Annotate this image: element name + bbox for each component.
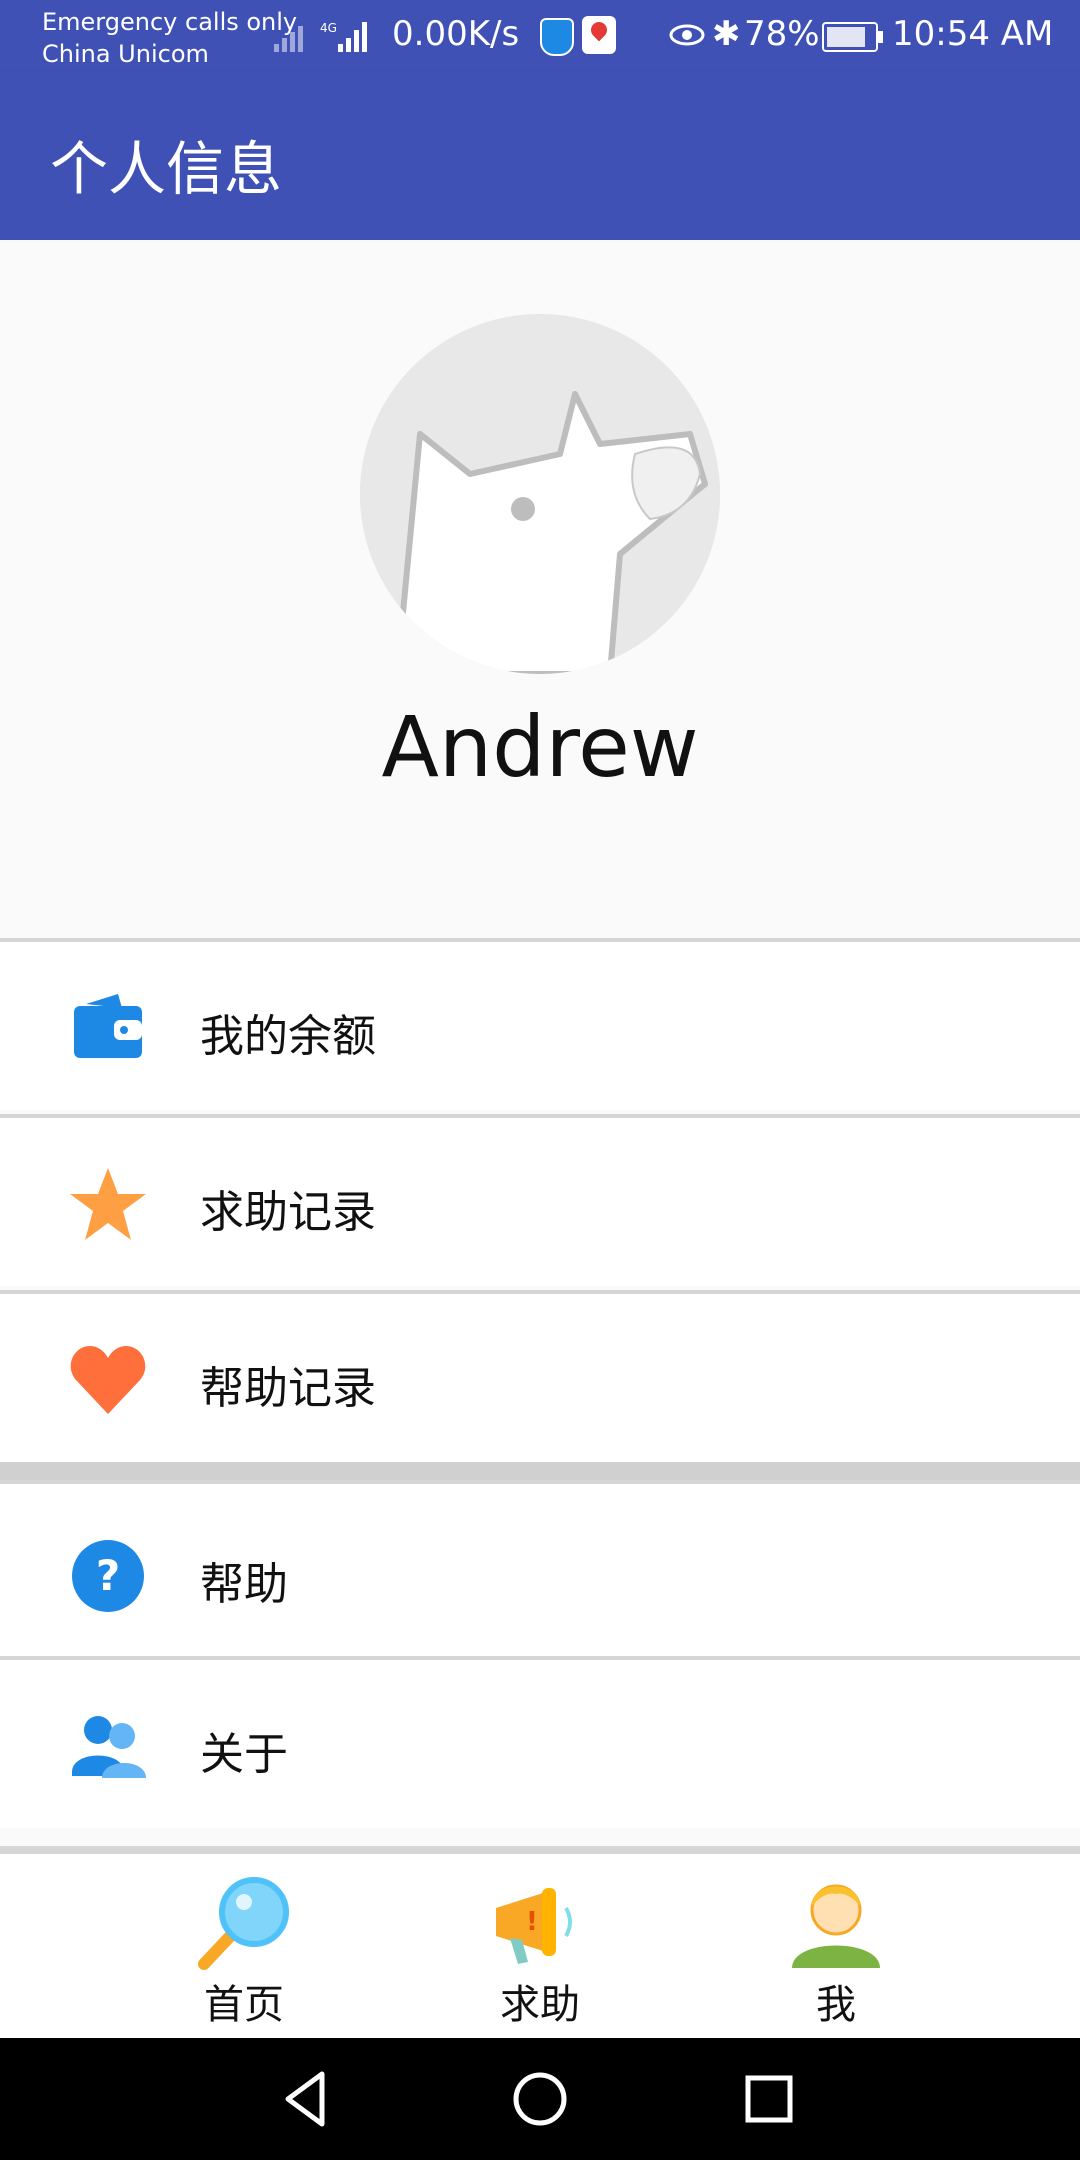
- person-icon: [792, 1884, 880, 1968]
- nav-label: 首页: [204, 1982, 284, 2028]
- recents-icon[interactable]: [736, 2066, 802, 2132]
- home-circle-icon[interactable]: [507, 2066, 573, 2132]
- bottom-nav: 首页 ! 求助 我: [0, 1846, 1080, 2038]
- menu-item-label: 帮助: [200, 1559, 288, 1610]
- nav-label: 我: [816, 1982, 856, 2028]
- status-bar: Emergency calls only China Unicom 4G 0.0…: [0, 0, 1080, 72]
- signal-icon: 4G: [274, 21, 367, 52]
- menu-item-about[interactable]: 关于: [0, 1656, 1080, 1828]
- nav-home[interactable]: 首页: [94, 1854, 394, 2038]
- battery-percent: 78%: [744, 14, 820, 54]
- heart-icon: [70, 1346, 146, 1414]
- bluetooth-icon: ✱: [712, 14, 741, 54]
- system-nav-bar: [0, 2038, 1080, 2160]
- nav-label: 求助: [500, 1982, 580, 2028]
- map-pin-icon: [582, 16, 616, 54]
- carrier-line1: Emergency calls only: [42, 8, 298, 36]
- menu-item-label: 帮助记录: [200, 1363, 376, 1414]
- star-icon: [70, 1168, 146, 1240]
- svg-text:?: ?: [96, 1551, 120, 1600]
- carrier-line2: China Unicom: [42, 40, 209, 68]
- username: Andrew: [381, 698, 699, 796]
- nav-request[interactable]: ! 求助: [390, 1854, 690, 2038]
- svg-text:!: !: [526, 1907, 538, 1937]
- svg-text:4G: 4G: [320, 21, 337, 35]
- menu-item-label: 我的余额: [200, 1011, 376, 1062]
- menu-item-label: 求助记录: [200, 1187, 376, 1238]
- clock: 10:54 AM: [892, 14, 1054, 54]
- carrier-info: Emergency calls only China Unicom: [42, 6, 297, 70]
- users-icon: [72, 1716, 146, 1778]
- menu-item-balance[interactable]: 我的余额: [0, 938, 1080, 1110]
- eye-icon: [669, 24, 705, 46]
- menu-item-help[interactable]: ? 帮助: [0, 1480, 1080, 1660]
- profile-header: Andrew: [0, 240, 1080, 938]
- network-speed: 0.00K/s: [392, 14, 520, 54]
- menu-item-help-history[interactable]: 帮助记录: [0, 1290, 1080, 1462]
- megaphone-icon: !: [496, 1888, 572, 1964]
- menu-item-label: 关于: [200, 1729, 288, 1780]
- wallet-icon: [74, 994, 142, 1058]
- question-icon: ?: [72, 1540, 144, 1612]
- nav-me[interactable]: 我: [686, 1854, 986, 2038]
- shield-icon: [540, 18, 574, 56]
- dog-avatar-icon: [360, 314, 720, 674]
- page-title: 个人信息: [50, 135, 283, 203]
- menu-item-request-history[interactable]: 求助记录: [0, 1114, 1080, 1286]
- section-divider: [0, 1462, 1080, 1480]
- back-icon[interactable]: [276, 2066, 342, 2132]
- avatar[interactable]: [360, 314, 720, 674]
- magnifier-icon: [198, 1877, 289, 1970]
- app-bar: 个人信息: [0, 72, 1080, 240]
- battery-icon: [822, 22, 883, 52]
